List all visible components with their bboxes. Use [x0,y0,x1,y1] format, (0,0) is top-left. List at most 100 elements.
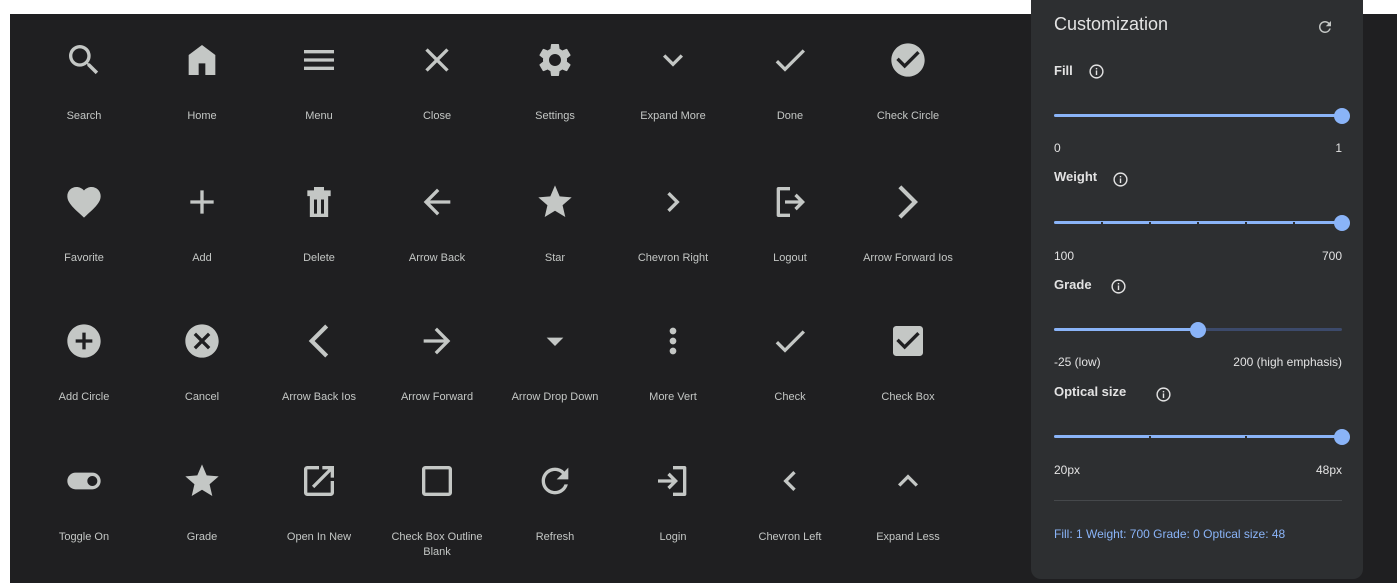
refresh-icon [535,461,575,501]
search-icon [64,40,104,80]
add-icon [182,182,222,222]
icon-label: Logout [773,252,807,264]
icon-grid: Search Home Menu Close Settings Expand M… [25,14,1015,583]
weight-tick [1197,222,1199,224]
icon-cell-arrow-forward[interactable]: Arrow Forward [378,295,496,415]
icon-label: Favorite [64,252,104,264]
chevron-left-icon [770,461,810,501]
icon-cell-refresh[interactable]: Refresh [496,435,614,555]
logout-icon [770,182,810,222]
weight-tick [1101,222,1103,224]
optical-size-thumb[interactable] [1334,429,1350,445]
icon-cell-arrow-back[interactable]: Arrow Back [378,156,496,276]
icon-cell-check-box[interactable]: Check Box [849,295,967,415]
icon-cell-open-in-new[interactable]: Open In New [260,435,378,555]
optical-size-min: 20px [1054,463,1081,477]
menu-icon [299,40,339,80]
optical-size-tick [1245,436,1247,438]
icon-cell-check[interactable]: Check [731,295,849,415]
icon-label: Check Box [881,391,935,403]
icon-cell-chevron-right[interactable]: Chevron Right [614,156,732,276]
login-icon [653,461,693,501]
icon-label: Close [422,110,452,122]
open-in-new-icon [299,461,339,501]
icon-cell-arrow-drop-down[interactable]: Arrow Drop Down [496,295,614,415]
fill-thumb[interactable] [1334,108,1350,124]
icon-cell-login[interactable]: Login [614,435,732,555]
icon-label: More Vert [649,391,697,403]
icon-label: Cancel [184,391,220,403]
icon-cell-star[interactable]: Star [496,156,614,276]
icon-cell-settings[interactable]: Settings [496,14,614,134]
icon-label: Chevron Left [758,531,822,543]
icon-label: Arrow Forward [400,391,474,403]
icon-label: Arrow Drop Down [511,391,599,403]
optical-size-tick [1149,436,1151,438]
icon-cell-check-box-outline-blank[interactable]: Check Box Outline Blank [378,435,496,558]
fill-slider[interactable] [1054,108,1350,124]
icon-cell-expand-more[interactable]: Expand More [614,14,732,134]
reset-refresh-icon[interactable] [1316,18,1334,36]
grade-thumb[interactable] [1190,322,1206,338]
arrow-forward-ios-icon [888,182,928,222]
icon-cell-more-vert[interactable]: More Vert [614,295,732,415]
icon-label: Add Circle [58,391,110,403]
icon-cell-favorite[interactable]: Favorite [25,156,143,276]
icon-label: Expand Less [876,531,940,543]
icon-cell-search[interactable]: Search [25,14,143,134]
check-box-icon [888,321,928,361]
icon-label: Menu [305,110,333,122]
icon-label: Add [192,252,212,264]
icon-cell-menu[interactable]: Menu [260,14,378,134]
icon-label: Delete [303,252,335,264]
weight-thumb[interactable] [1334,215,1350,231]
weight-tick [1245,222,1247,224]
icon-cell-arrow-back-ios[interactable]: Arrow Back Ios [260,295,378,415]
icon-label: Toggle On [58,531,110,543]
icon-label: Open In New [286,531,352,543]
weight-tick [1149,222,1151,224]
icon-cell-expand-less[interactable]: Expand Less [849,435,967,555]
weight-info-icon[interactable] [1112,171,1129,188]
icon-label: Search [66,110,102,122]
check-icon [770,321,810,361]
icon-cell-logout[interactable]: Logout [731,156,849,276]
icon-label: Home [187,110,217,122]
icon-label: Settings [535,110,575,122]
fill-track-active [1054,114,1342,117]
grade-track-active [1054,328,1198,331]
optical-size-info-icon[interactable] [1155,386,1172,403]
grade-max: 200 (high emphasis) [1233,355,1342,369]
weight-slider[interactable] [1054,215,1350,231]
check-box-outline-blank-icon [417,461,457,501]
toggle-on-icon [64,461,104,501]
icon-cell-delete[interactable]: Delete [260,156,378,276]
icon-cell-close[interactable]: Close [378,14,496,134]
more-vert-icon [653,321,693,361]
fill-label: Fill [1054,63,1073,78]
icon-cell-add-circle[interactable]: Add Circle [25,295,143,415]
icon-cell-home[interactable]: Home [143,14,261,134]
customization-panel: Customization Fill 0 1 Weight 100 700 Gr… [1031,0,1363,579]
icon-cell-arrow-forward-ios[interactable]: Arrow Forward Ios [849,156,967,276]
star-icon [535,182,575,222]
optical-size-slider[interactable] [1054,429,1350,445]
icon-label: Arrow Back [408,252,466,264]
icon-cell-check-circle[interactable]: Check Circle [849,14,967,134]
optical-size-label: Optical size [1054,384,1127,399]
settings-icon [535,40,575,80]
icon-label: Check Box Outline Blank [391,531,483,558]
fill-info-icon[interactable] [1088,63,1105,80]
icon-cell-add[interactable]: Add [143,156,261,276]
done-icon [770,40,810,80]
left-white-strip [0,14,10,583]
icon-cell-chevron-left[interactable]: Chevron Left [731,435,849,555]
weight-label: Weight [1054,169,1098,184]
settings-summary: Fill: 1 Weight: 700 Grade: 0 Optical siz… [1054,527,1286,541]
icon-cell-cancel[interactable]: Cancel [143,295,261,415]
icon-cell-done[interactable]: Done [731,14,849,134]
icon-cell-grade[interactable]: Grade [143,435,261,555]
grade-slider[interactable] [1054,322,1342,338]
grade-info-icon[interactable] [1110,278,1127,295]
icon-cell-toggle-on[interactable]: Toggle On [25,435,143,555]
